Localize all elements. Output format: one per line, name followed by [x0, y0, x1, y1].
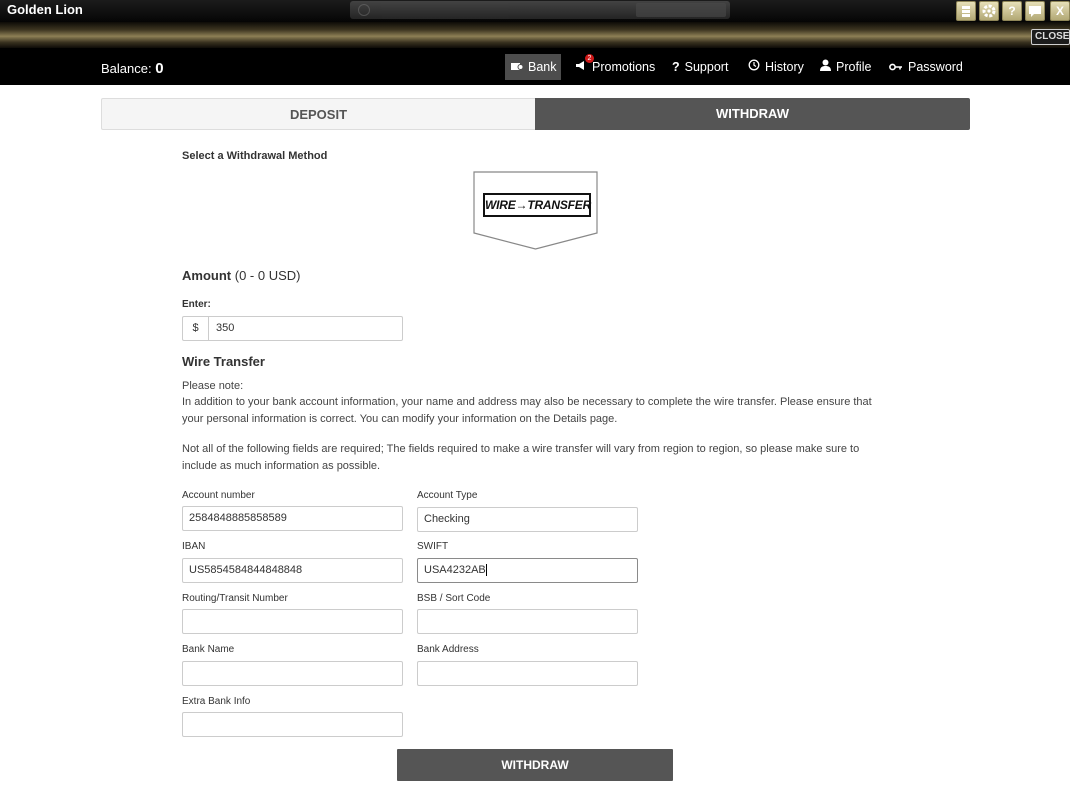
swift-label: SWIFT [417, 541, 449, 552]
key-icon [889, 54, 903, 80]
user-icon [820, 54, 831, 80]
nav-support[interactable]: ? Support [672, 54, 728, 80]
account-number-field[interactable]: 2584848885858589 [182, 506, 403, 531]
extra-info-field[interactable] [182, 712, 403, 737]
header-band [0, 22, 1070, 48]
extra-info-label: Extra Bank Info [182, 696, 251, 707]
note-body: In addition to your bank account informa… [182, 396, 872, 425]
amount-range: (0 - 0 USD) [234, 268, 301, 283]
filters-button[interactable] [636, 3, 726, 17]
wire-transfer-heading: Wire Transfer [182, 354, 265, 369]
balance-label: Balance: [101, 61, 152, 76]
iban-label: IBAN [182, 541, 206, 552]
question-icon: ? [672, 60, 680, 74]
chat-icon[interactable] [1025, 1, 1045, 21]
amount-title: Amount [182, 268, 232, 283]
amount-input[interactable]: $ 350 [182, 316, 403, 341]
wire-transfer-logo: WIRE→TRANSFER [483, 193, 591, 217]
amount-value[interactable]: 350 [216, 317, 234, 340]
gear-icon[interactable] [979, 1, 999, 21]
withdraw-button[interactable]: WITHDRAW [397, 749, 673, 781]
amount-label: Amount (0 - 0 USD) [182, 268, 300, 283]
nav-bank-label: Bank [528, 60, 557, 74]
routing-field[interactable] [182, 609, 403, 634]
nav-promotions-label: Promotions [592, 60, 656, 74]
nav-history-label: History [765, 60, 804, 74]
balance-value: 0 [155, 60, 164, 77]
account-type-select[interactable]: Checking [417, 507, 638, 532]
nav-bank[interactable]: Bank [505, 54, 561, 80]
nav-profile[interactable]: Profile [820, 54, 871, 80]
routing-label: Routing/Transit Number [182, 593, 288, 604]
nav-password-label: Password [908, 60, 963, 74]
swift-value: USA4232AB [424, 564, 486, 576]
nav-promotions[interactable]: 2 Promotions [575, 54, 655, 80]
close-button[interactable]: CLOSE [1031, 29, 1070, 45]
close-icon[interactable]: X [1050, 1, 1070, 21]
bank-icon [511, 54, 524, 80]
help-icon[interactable]: ? [1002, 1, 1022, 21]
note-title: Please note: [182, 380, 244, 392]
nav-profile-label: Profile [836, 60, 872, 74]
top-bar: Golden Lion ? X [0, 0, 1070, 22]
bank-address-label: Bank Address [417, 644, 479, 655]
megaphone-icon: 2 [575, 54, 594, 80]
history-icon [748, 54, 760, 80]
search-bar[interactable] [350, 1, 730, 19]
brand-name: Golden Lion [7, 2, 83, 17]
nav-password[interactable]: Password [889, 54, 963, 80]
bsb-label: BSB / Sort Code [417, 593, 491, 604]
iban-field[interactable]: US5854584844848848 [182, 558, 403, 583]
wire-transfer-method[interactable]: WIRE→TRANSFER [473, 171, 598, 251]
account-number-label: Account number [182, 490, 255, 501]
note-fields: Not all of the following fields are requ… [182, 443, 860, 472]
bank-address-field[interactable] [417, 661, 638, 686]
balance: Balance: 0 [101, 60, 164, 77]
currency-symbol: $ [183, 317, 209, 340]
nav-support-label: Support [684, 60, 729, 74]
bank-name-label: Bank Name [182, 644, 235, 655]
nav-history[interactable]: History [748, 54, 804, 80]
bank-name-field[interactable] [182, 661, 403, 686]
tab-deposit[interactable]: DEPOSIT [101, 98, 535, 130]
coins-icon[interactable] [956, 1, 976, 21]
swift-field[interactable]: USA4232AB [417, 558, 638, 583]
enter-label: Enter: [182, 299, 211, 310]
promotions-badge: 2 [585, 54, 594, 63]
text-caret [485, 564, 487, 577]
tab-withdraw[interactable]: WITHDRAW [535, 98, 970, 130]
nav-bar: Balance: 0 Bank 2 Promotions ? Support Hi… [0, 48, 1070, 85]
bsb-field[interactable] [417, 609, 638, 634]
withdrawal-method-label: Select a Withdrawal Method [182, 150, 328, 162]
account-type-label: Account Type [417, 490, 478, 501]
search-icon [358, 4, 370, 16]
